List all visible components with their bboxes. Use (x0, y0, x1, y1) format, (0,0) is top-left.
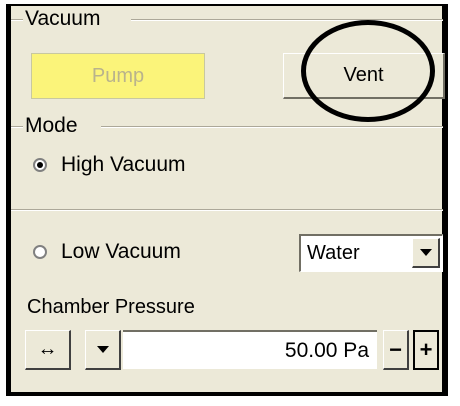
mode-group-border (101, 126, 443, 128)
mode-group-title: Mode (23, 114, 80, 137)
low-vacuum-radio[interactable] (33, 245, 47, 259)
gas-type-select[interactable]: Water (299, 234, 443, 272)
gas-type-value: Water (307, 242, 360, 264)
pump-button[interactable]: Pump (31, 53, 205, 99)
chevron-down-icon (96, 346, 109, 353)
vacuum-group-border (11, 19, 23, 21)
pressure-dropdown-button[interactable] (85, 330, 121, 370)
chamber-pressure-field[interactable]: 50.00 Pa (123, 330, 377, 370)
chamber-pressure-value: 50.00 Pa (284, 339, 369, 362)
mode-separator (11, 209, 443, 211)
vacuum-control-panel: Vacuum Pump Vent Mode High Vacuum Low Va… (6, 4, 448, 396)
range-toggle-button[interactable]: ↔ (25, 330, 71, 370)
mode-group-border (11, 126, 23, 128)
decrease-pressure-button[interactable]: − (383, 330, 409, 370)
increase-pressure-button[interactable]: + (413, 330, 439, 370)
vent-button[interactable]: Vent (283, 53, 445, 99)
high-vacuum-label[interactable]: High Vacuum (61, 153, 186, 177)
vacuum-group-title: Vacuum (23, 7, 103, 30)
chevron-down-icon[interactable] (412, 238, 440, 268)
high-vacuum-radio[interactable] (33, 158, 47, 172)
vacuum-group-border (131, 19, 443, 21)
double-arrow-icon: ↔ (37, 338, 58, 360)
low-vacuum-label[interactable]: Low Vacuum (61, 240, 181, 264)
chamber-pressure-label: Chamber Pressure (27, 296, 195, 318)
